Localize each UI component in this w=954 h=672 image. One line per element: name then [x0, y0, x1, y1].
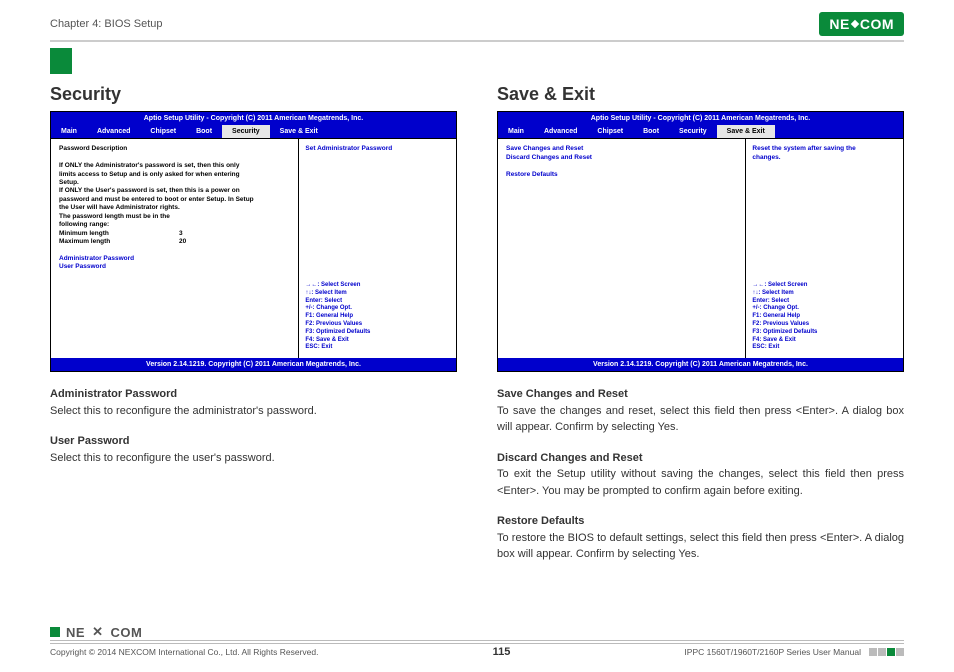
left-column: Security Aptio Setup Utility - Copyright… [50, 84, 457, 563]
bios-security-screenshot: Aptio Setup Utility - Copyright (C) 2011… [50, 111, 457, 372]
bios-help-text: Reset the system after saving the change… [752, 145, 862, 282]
footer-brand: NE✕COM [50, 624, 904, 640]
save-changes-item: Save Changes and Reset [506, 145, 737, 153]
tab-advanced: Advanced [87, 125, 140, 138]
page-number: 115 [493, 646, 511, 658]
tab-save-exit: Save & Exit [270, 125, 328, 138]
pwd-desc-heading: Password Description [59, 145, 290, 153]
copyright: Copyright © 2014 NEXCOM International Co… [50, 647, 318, 657]
tab-chipset: Chipset [587, 125, 633, 138]
bios-left-pane: Password Description If ONLY the Adminis… [51, 139, 299, 358]
tab-boot: Boot [186, 125, 222, 138]
bios-title: Aptio Setup Utility - Copyright (C) 2011… [498, 112, 903, 125]
admin-password-item: Administrator Password [59, 255, 290, 263]
side-tab-icon [50, 48, 72, 74]
max-length-row: Maximum length20 [59, 238, 290, 246]
pwd-range-heading: The password length must be in the follo… [59, 213, 189, 230]
content-columns: Security Aptio Setup Utility - Copyright… [50, 84, 904, 563]
restore-defaults-desc: Restore Defaults To restore the BIOS to … [497, 513, 904, 563]
user-pw-desc: User Password Select this to reconfigure… [50, 433, 457, 466]
tab-boot: Boot [633, 125, 669, 138]
page-header: Chapter 4: BIOS Setup NECOM [50, 12, 904, 42]
bios-tabs: Main Advanced Chipset Boot Security Save… [51, 125, 456, 138]
tab-security: Security [222, 125, 270, 138]
bios-key-help: →←: Select Screen ↑↓: Select Item Enter:… [305, 282, 450, 352]
chapter-label: Chapter 4: BIOS Setup [50, 18, 163, 30]
pwd-desc-p1: If ONLY the Administrator's password is … [59, 162, 249, 187]
bios-right-pane: Set Administrator Password →←: Select Sc… [299, 139, 456, 358]
bios-footer: Version 2.14.1219. Copyright (C) 2011 Am… [51, 358, 456, 371]
bios-save-exit-screenshot: Aptio Setup Utility - Copyright (C) 2011… [497, 111, 904, 372]
bios-left-pane: Save Changes and Reset Discard Changes a… [498, 139, 746, 358]
discard-changes-item: Discard Changes and Reset [506, 154, 737, 162]
brand-square-icon [50, 627, 60, 637]
tab-main: Main [51, 125, 87, 138]
tab-security: Security [669, 125, 717, 138]
restore-defaults-item: Restore Defaults [506, 171, 737, 179]
tab-chipset: Chipset [140, 125, 186, 138]
admin-pw-desc: Administrator Password Select this to re… [50, 386, 457, 419]
manual-name: IPPC 1560T/1960T/2160P Series User Manua… [684, 647, 861, 657]
bios-tabs: Main Advanced Chipset Boot Security Save… [498, 125, 903, 138]
security-heading: Security [50, 84, 457, 105]
bios-footer: Version 2.14.1219. Copyright (C) 2011 Am… [498, 358, 903, 371]
right-column: Save & Exit Aptio Setup Utility - Copyri… [497, 84, 904, 563]
user-password-item: User Password [59, 263, 290, 271]
tab-save-exit: Save & Exit [717, 125, 775, 138]
page-footer: NE✕COM Copyright © 2014 NEXCOM Internati… [50, 624, 904, 658]
min-length-row: Minimum length3 [59, 230, 290, 238]
bios-right-pane: Reset the system after saving the change… [746, 139, 903, 358]
bios-help-text: Set Administrator Password [305, 145, 450, 282]
tab-main: Main [498, 125, 534, 138]
save-changes-desc: Save Changes and Reset To save the chang… [497, 386, 904, 436]
bios-title: Aptio Setup Utility - Copyright (C) 2011… [51, 112, 456, 125]
nexcom-logo: NECOM [819, 12, 904, 36]
tab-advanced: Advanced [534, 125, 587, 138]
discard-changes-desc: Discard Changes and Reset To exit the Se… [497, 450, 904, 500]
bios-key-help: →←: Select Screen ↑↓: Select Item Enter:… [752, 282, 897, 352]
pwd-desc-p2: If ONLY the User's password is set, then… [59, 187, 259, 212]
footer-squares-icon [869, 648, 904, 656]
logo-separator-icon [851, 20, 859, 28]
save-exit-heading: Save & Exit [497, 84, 904, 105]
